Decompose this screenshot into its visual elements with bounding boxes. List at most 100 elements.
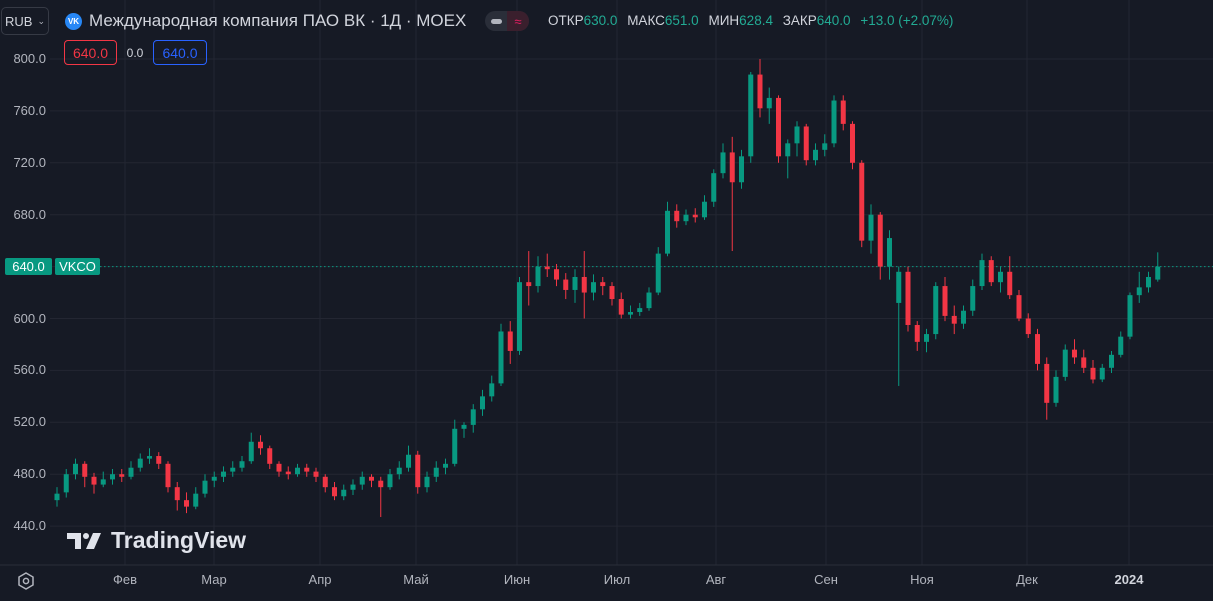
candle[interactable] <box>554 264 559 287</box>
candle[interactable] <box>535 256 541 293</box>
candle[interactable] <box>702 195 707 220</box>
candle[interactable] <box>544 253 550 277</box>
candle[interactable] <box>1155 252 1161 282</box>
candle[interactable] <box>239 456 245 472</box>
candle[interactable] <box>1081 349 1087 373</box>
symbol-title[interactable]: VK Международная компания ПАО ВК · 1Д · … <box>65 10 466 32</box>
candle[interactable] <box>711 169 717 207</box>
candle[interactable] <box>443 458 448 475</box>
candle[interactable] <box>470 404 476 433</box>
candle[interactable] <box>988 256 994 287</box>
candle[interactable] <box>119 469 125 482</box>
candle[interactable] <box>480 389 485 416</box>
candle[interactable] <box>924 328 929 353</box>
candle[interactable] <box>424 471 430 493</box>
candle[interactable] <box>776 95 781 163</box>
candle[interactable] <box>655 247 661 296</box>
candle[interactable] <box>877 212 883 280</box>
candle[interactable] <box>757 59 763 118</box>
candle[interactable] <box>674 204 680 228</box>
candle[interactable] <box>396 461 402 480</box>
candle[interactable] <box>184 492 189 514</box>
candle[interactable] <box>859 160 865 248</box>
candle[interactable] <box>600 276 606 296</box>
candle[interactable] <box>174 481 180 511</box>
candle[interactable] <box>526 251 532 306</box>
candle[interactable] <box>785 139 791 179</box>
candle[interactable] <box>1090 360 1096 384</box>
candle[interactable] <box>766 87 772 124</box>
indicator-toggle[interactable]: ≈ <box>485 11 529 31</box>
candle[interactable] <box>54 487 60 507</box>
candle[interactable] <box>1072 339 1077 364</box>
candle[interactable] <box>91 472 97 494</box>
candle[interactable] <box>970 279 976 316</box>
hide-icon[interactable] <box>485 11 507 31</box>
candle[interactable] <box>1007 256 1013 300</box>
candle[interactable] <box>350 479 356 495</box>
wave-icon[interactable]: ≈ <box>507 11 529 31</box>
candle[interactable] <box>452 419 458 467</box>
candle[interactable] <box>951 305 957 335</box>
candle[interactable] <box>1044 357 1050 420</box>
candle[interactable] <box>1053 370 1059 407</box>
candle[interactable] <box>221 466 226 482</box>
candle[interactable] <box>979 253 985 290</box>
candle[interactable] <box>1016 289 1022 322</box>
candle[interactable] <box>202 474 208 498</box>
candle[interactable] <box>665 201 670 257</box>
candle[interactable] <box>581 251 587 319</box>
settings-icon[interactable] <box>16 571 36 591</box>
candle[interactable] <box>128 461 134 480</box>
candle[interactable] <box>1062 344 1068 381</box>
candle[interactable] <box>193 487 199 510</box>
candle[interactable] <box>1118 331 1124 358</box>
candle[interactable] <box>332 481 337 501</box>
candle[interactable] <box>156 452 162 470</box>
candle[interactable] <box>517 276 522 355</box>
candle[interactable] <box>322 474 328 493</box>
candle[interactable] <box>304 463 310 477</box>
candle[interactable] <box>1109 350 1114 373</box>
buy-button[interactable]: 640.0 <box>153 40 207 65</box>
candle[interactable] <box>646 287 652 311</box>
candle[interactable] <box>961 305 966 329</box>
candle[interactable] <box>73 458 78 480</box>
candle[interactable] <box>369 474 374 488</box>
candle[interactable] <box>840 95 846 131</box>
candle[interactable] <box>609 282 615 306</box>
candle[interactable] <box>110 469 115 485</box>
candle[interactable] <box>1127 292 1133 340</box>
candle[interactable] <box>433 461 439 482</box>
candle[interactable] <box>165 461 171 493</box>
candle[interactable] <box>406 445 411 472</box>
candle[interactable] <box>285 466 291 480</box>
candlestick-chart[interactable] <box>0 0 1213 601</box>
candle[interactable] <box>794 121 800 157</box>
candle[interactable] <box>748 71 754 163</box>
candle[interactable] <box>887 230 892 280</box>
candle[interactable] <box>507 321 513 364</box>
candle[interactable] <box>267 445 273 470</box>
candle[interactable] <box>720 143 726 179</box>
candle[interactable] <box>618 292 624 319</box>
candle[interactable] <box>498 323 504 386</box>
candle[interactable] <box>729 136 735 252</box>
candle[interactable] <box>896 266 902 386</box>
candle[interactable] <box>739 149 744 189</box>
candle[interactable] <box>572 269 578 303</box>
candle[interactable] <box>248 432 254 464</box>
currency-selector[interactable]: RUB ⌄ <box>1 7 49 35</box>
candle[interactable] <box>868 204 874 254</box>
candle[interactable] <box>82 461 88 488</box>
candle[interactable] <box>683 209 689 226</box>
candle[interactable] <box>637 302 643 316</box>
candle[interactable] <box>387 469 393 490</box>
candle[interactable] <box>831 95 837 148</box>
candle[interactable] <box>1099 363 1105 383</box>
candle[interactable] <box>313 467 319 482</box>
candle[interactable] <box>850 121 855 170</box>
candle[interactable] <box>341 484 347 501</box>
candle[interactable] <box>63 469 69 498</box>
candle[interactable] <box>563 273 569 300</box>
